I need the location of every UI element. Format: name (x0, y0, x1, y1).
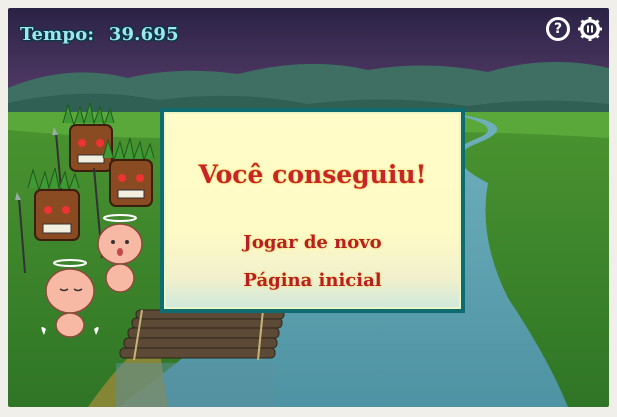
help-button[interactable]: ? (546, 17, 570, 41)
help-icon: ? (553, 21, 563, 37)
timer-value: 39.695 (108, 24, 179, 45)
game-area: Tempo: 39.695 ? Você conseguiu! Jogar de… (8, 8, 609, 407)
win-dialog: Você conseguiu! Jogar de novo Página ini… (160, 108, 465, 313)
play-again-button[interactable]: Jogar de novo (164, 232, 461, 253)
pause-button[interactable] (578, 17, 602, 41)
timer-label: Tempo: (20, 24, 95, 45)
timer-display: Tempo: 39.695 (20, 24, 179, 45)
raft (116, 309, 285, 407)
home-page-button[interactable]: Página inicial (164, 270, 461, 291)
pause-icon (578, 17, 602, 41)
dialog-title: Você conseguiu! (198, 160, 427, 189)
